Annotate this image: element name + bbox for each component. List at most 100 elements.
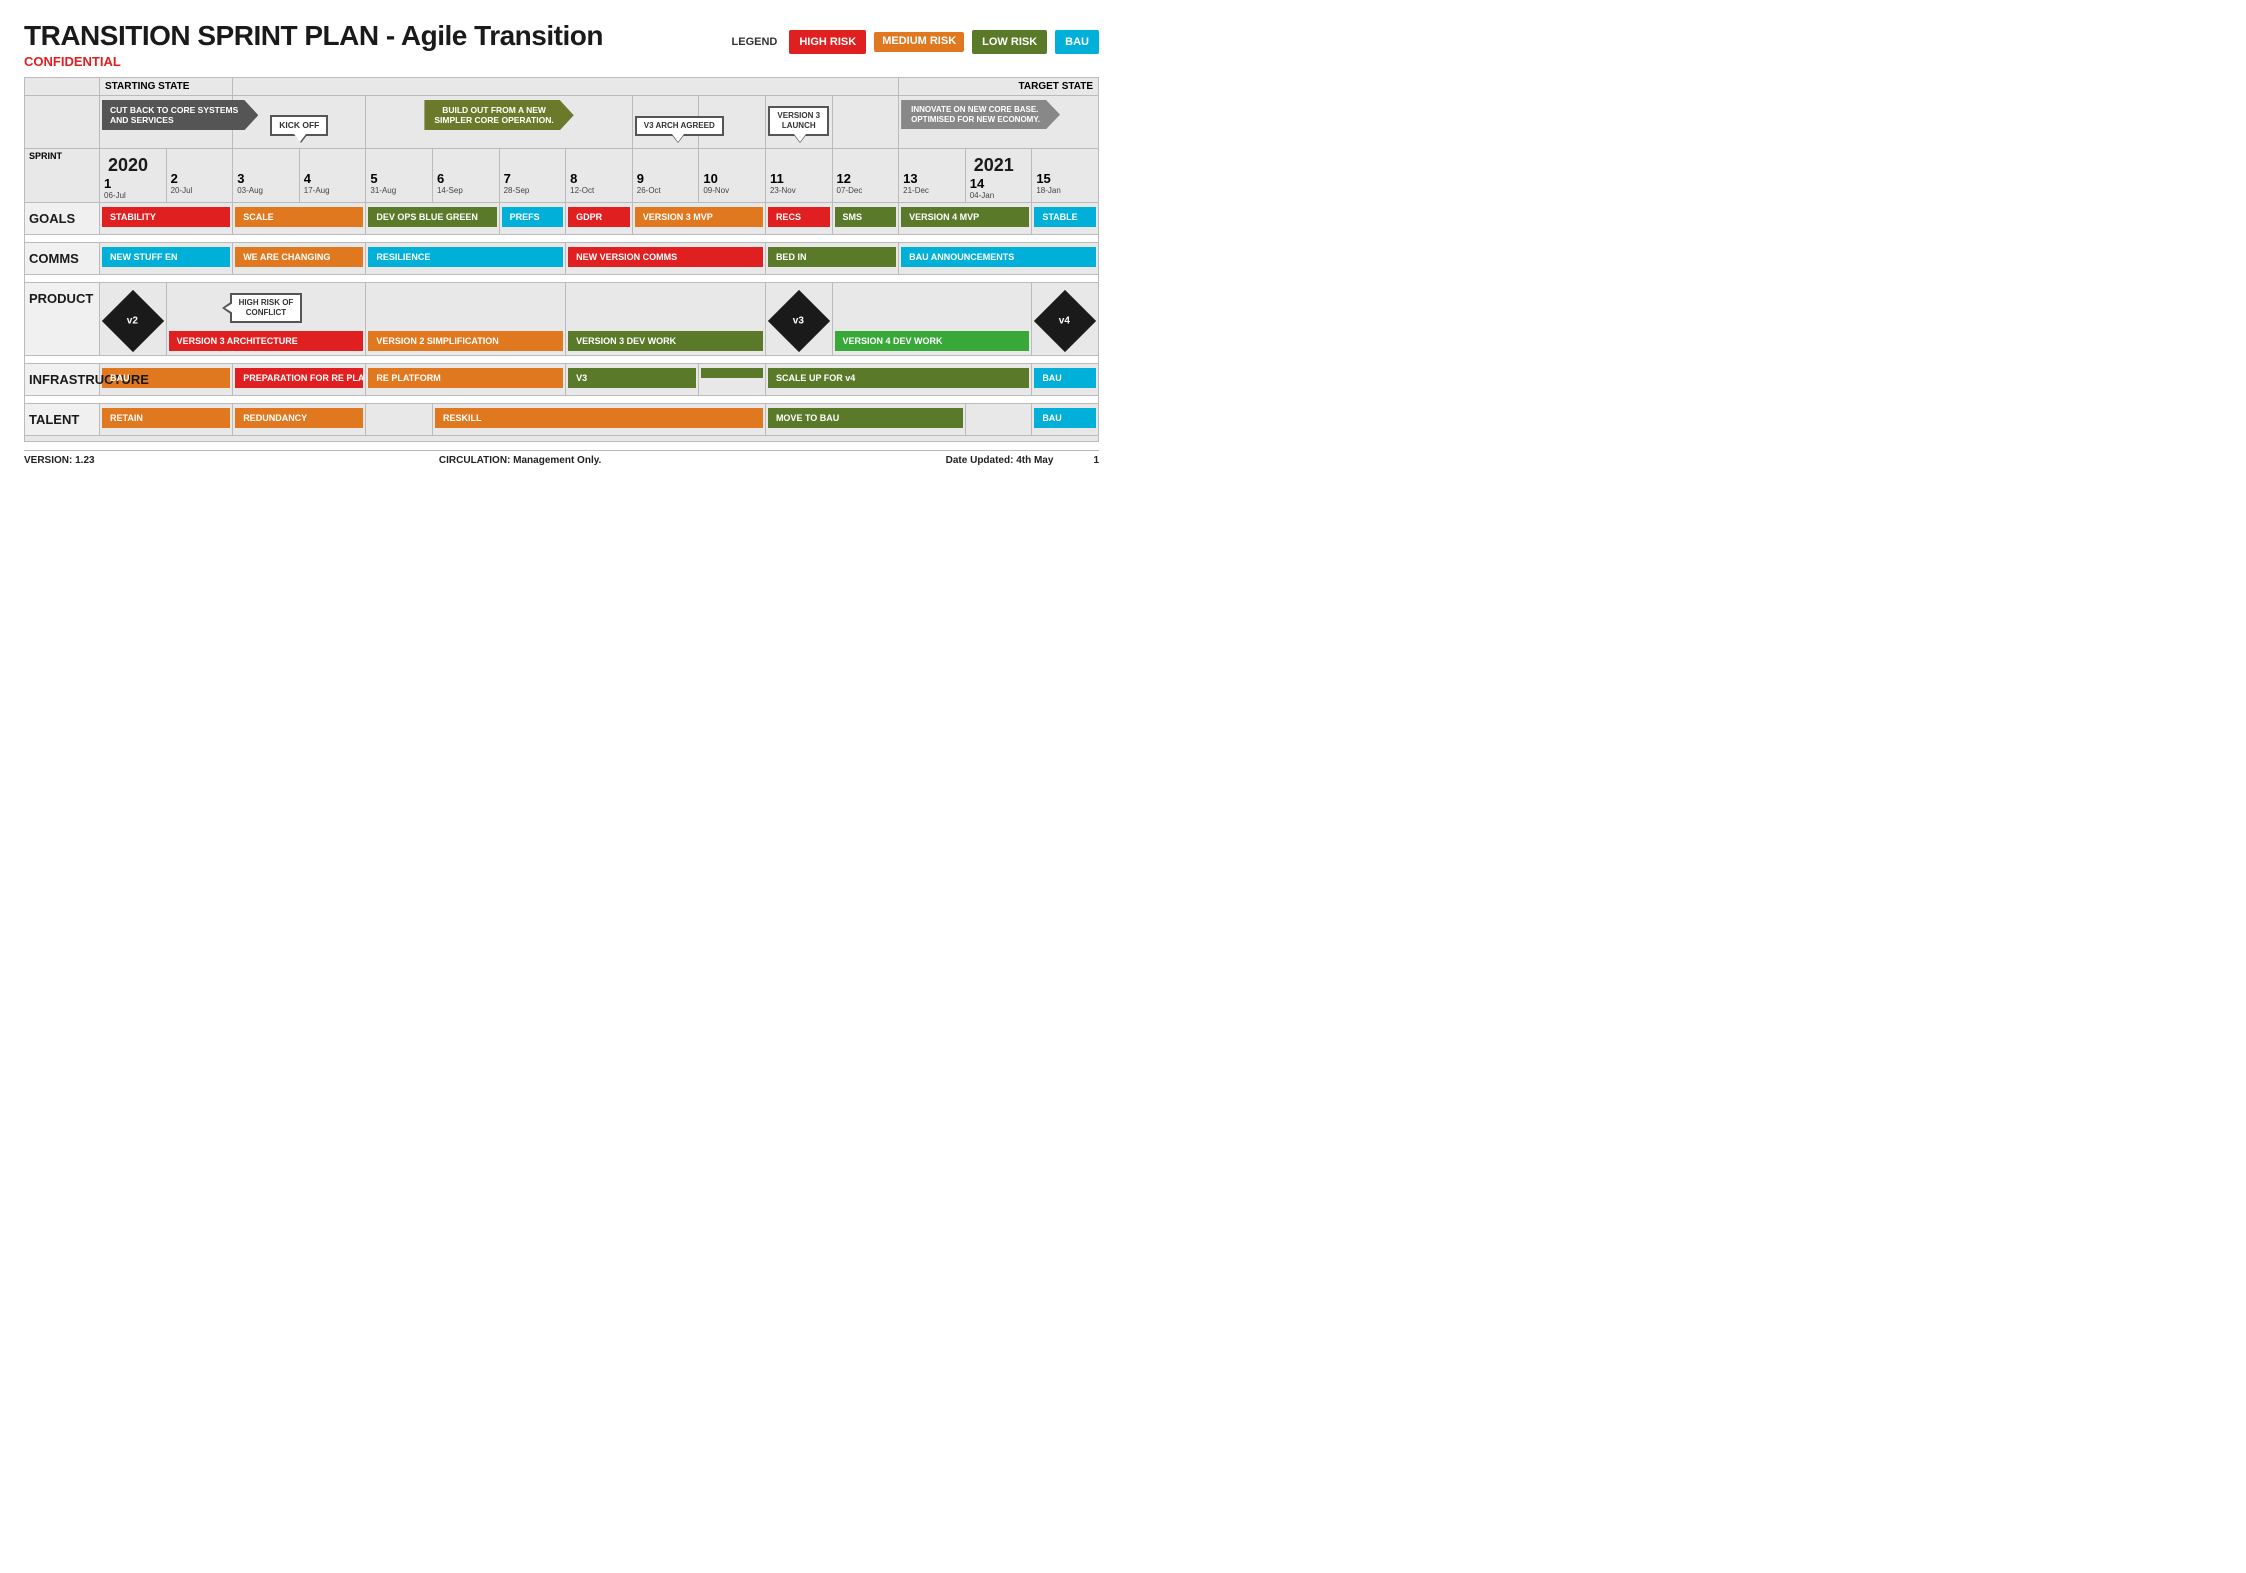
v3arch-callout-cell: V3 ARCH AGREED (632, 96, 699, 149)
talent-empty-5 (366, 404, 433, 436)
sprint-date-8: 12-Oct (570, 186, 628, 195)
header: TRANSITION SPRINT PLAN - Agile Transitio… (24, 20, 1099, 69)
sprint-num-13: 13 (903, 171, 961, 186)
sprint-date-6: 14-Sep (437, 186, 495, 195)
talent-reskill: RESKILL (435, 408, 763, 428)
v3launch-callout: VERSION 3LAUNCH (768, 106, 829, 137)
sprint-date-4: 17-Aug (304, 186, 362, 195)
comms-bau-cell: BAU ANNOUNCEMENTS (899, 243, 1099, 275)
phase-banner-1: CUT BACK TO CORE SYSTEMSAND SERVICES (102, 100, 258, 130)
starting-state-label: STARTING STATE (100, 78, 233, 96)
sprint-num-4: 4 (304, 171, 362, 186)
product-v4dev-cell: VERSION 4 DEV WORK (832, 283, 1032, 356)
sprint-7-header: 7 28-Sep (499, 149, 566, 203)
comms-row: COMMS NEW STUFF EN WE ARE CHANGING RESIL… (25, 243, 1099, 275)
sprint-2-header: 2 20-Jul (166, 149, 233, 203)
legend-low-risk: LOW RISK (972, 30, 1047, 54)
product-v2simp-cell: VERSION 2 SIMPLIFICATION (366, 283, 566, 356)
product-row: PRODUCT v2 HIGH RISK OFCONFLICT VERSION … (25, 283, 1099, 356)
comms-bedin: BED IN (768, 247, 896, 267)
infra-prep-cell: PREPARATION FOR RE PLATFORM (233, 364, 366, 396)
sprint-header-row: SPRINT 2020 1 06-Jul 2 20-Jul 3 03-Aug 4… (25, 149, 1099, 203)
label-col-header (25, 78, 100, 96)
footer-right: Date Updated: 4th May 1 (946, 455, 1099, 466)
sprint-14-header: 2021 14 04-Jan (965, 149, 1032, 203)
plan-table: STARTING STATE TARGET STATE CUT BACK TO … (24, 77, 1099, 442)
year-2021: 2021 (970, 151, 1028, 176)
product-v3dev-cell: VERSION 3 DEV WORK (566, 283, 766, 356)
sprint-date-2: 20-Jul (171, 186, 229, 195)
goal-sms: SMS (835, 207, 897, 227)
talent-empty-14 (965, 404, 1032, 436)
sprint-num-3: 3 (237, 171, 295, 186)
infra-prep: PREPARATION FOR RE PLATFORM (235, 368, 363, 388)
diamond-v4: v4 (1034, 290, 1096, 352)
arrow-cut-back: CUT BACK TO CORE SYSTEMSAND SERVICES (100, 96, 233, 149)
product-v3arch-cell: HIGH RISK OFCONFLICT VERSION 3 ARCHITECT… (166, 283, 366, 356)
kickoff-callout: KICK OFF (270, 115, 328, 136)
confidential-label: CONFIDENTIAL (24, 54, 603, 69)
diamond-v2: v2 (102, 290, 164, 352)
talent-retain: RETAIN (102, 408, 230, 428)
comms-changing-cell: WE ARE CHANGING (233, 243, 366, 275)
goal-v4mvp: VERSION 4 MVP (901, 207, 1029, 227)
product-v4-cell: v4 (1032, 283, 1099, 356)
phase-arrows-row: CUT BACK TO CORE SYSTEMSAND SERVICES KIC… (25, 96, 1099, 149)
arrow-innovate: INNOVATE ON NEW CORE BASE.OPTIMISED FOR … (899, 96, 1099, 149)
comms-bau: BAU ANNOUNCEMENTS (901, 247, 1096, 267)
sprint-date-12: 07-Dec (837, 186, 895, 195)
goal-stable: STABLE (1034, 207, 1096, 227)
state-header-row: STARTING STATE TARGET STATE (25, 78, 1099, 96)
kickoff-callout-cell: KICK OFF (233, 96, 366, 149)
sprint-15-header: 15 18-Jan (1032, 149, 1099, 203)
goals-stability-cell: STABILITY (100, 203, 233, 235)
infra-replatform: RE PLATFORM (368, 368, 563, 388)
phase-banner-3: INNOVATE ON NEW CORE BASE.OPTIMISED FOR … (901, 100, 1060, 129)
sprint-label-cell: SPRINT (25, 149, 100, 203)
infra-v3-cell: V3 (566, 364, 699, 396)
goals-devops-cell: DEV OPS BLUE GREEN (366, 203, 499, 235)
infra-bau1-cell: BAU (100, 364, 233, 396)
spacer-infra-talent (25, 396, 1099, 404)
conflict-callout: HIGH RISK OFCONFLICT (230, 293, 303, 324)
sprint-11-header: 11 23-Nov (765, 149, 832, 203)
diamond-v3: v3 (768, 290, 830, 352)
sprint-12-header: 12 07-Dec (832, 149, 899, 203)
comms-newstuff-cell: NEW STUFF EN (100, 243, 233, 275)
legend-label: LEGEND (732, 36, 778, 48)
spacer-comms-product (25, 275, 1099, 283)
sprint-num-10: 10 (703, 171, 761, 186)
sprint-date-15: 18-Jan (1036, 186, 1094, 195)
footer-date: Date Updated: 4th May (946, 455, 1054, 466)
sprint-1-header: 2020 1 06-Jul (100, 149, 167, 203)
infra-label: INFRASTRUCTURE (25, 364, 100, 396)
footer: VERSION: 1.23 CIRCULATION: Management On… (24, 450, 1099, 466)
legend-high-risk: HIGH RISK (789, 30, 866, 54)
sprint-10-header: 10 09-Nov (699, 149, 766, 203)
goals-label: GOALS (25, 203, 100, 235)
goal-scale: SCALE (235, 207, 363, 227)
spacer-goals-comms (25, 235, 1099, 243)
sprint-date-13: 21-Dec (903, 186, 961, 195)
sprint-num-12: 12 (837, 171, 895, 186)
sprint-num-9: 9 (637, 171, 695, 186)
comms-resilience: RESILIENCE (368, 247, 563, 267)
goals-prefs-cell: PREFS (499, 203, 566, 235)
footer-version-text: VERSION: 1.23 (24, 455, 95, 466)
talent-bau-cell: BAU (1032, 404, 1099, 436)
talent-row: TALENT RETAIN REDUNDANCY RESKILL MOVE TO… (25, 404, 1099, 436)
footer-circulation-text: CIRCULATION: Management Only. (439, 455, 601, 466)
sprint-4-header: 4 17-Aug (299, 149, 366, 203)
sprint-date-10: 09-Nov (703, 186, 761, 195)
v3arch-callout: V3 ARCH AGREED (635, 116, 724, 136)
sprint-num-1: 1 (104, 176, 162, 191)
legend-medium-risk: MEDIUM RISK (874, 32, 964, 51)
goal-devops: DEV OPS BLUE GREEN (368, 207, 496, 227)
goal-v3mvp: VERSION 3 MVP (635, 207, 763, 227)
goal-gdpr: GDPR (568, 207, 630, 227)
goals-v3mvp-cell: VERSION 3 MVP (632, 203, 765, 235)
product-v3dev: VERSION 3 DEV WORK (568, 331, 763, 351)
sprint-date-9: 26-Oct (637, 186, 695, 195)
sprint-6-header: 6 14-Sep (432, 149, 499, 203)
infra-bau2-cell: BAU (1032, 364, 1099, 396)
